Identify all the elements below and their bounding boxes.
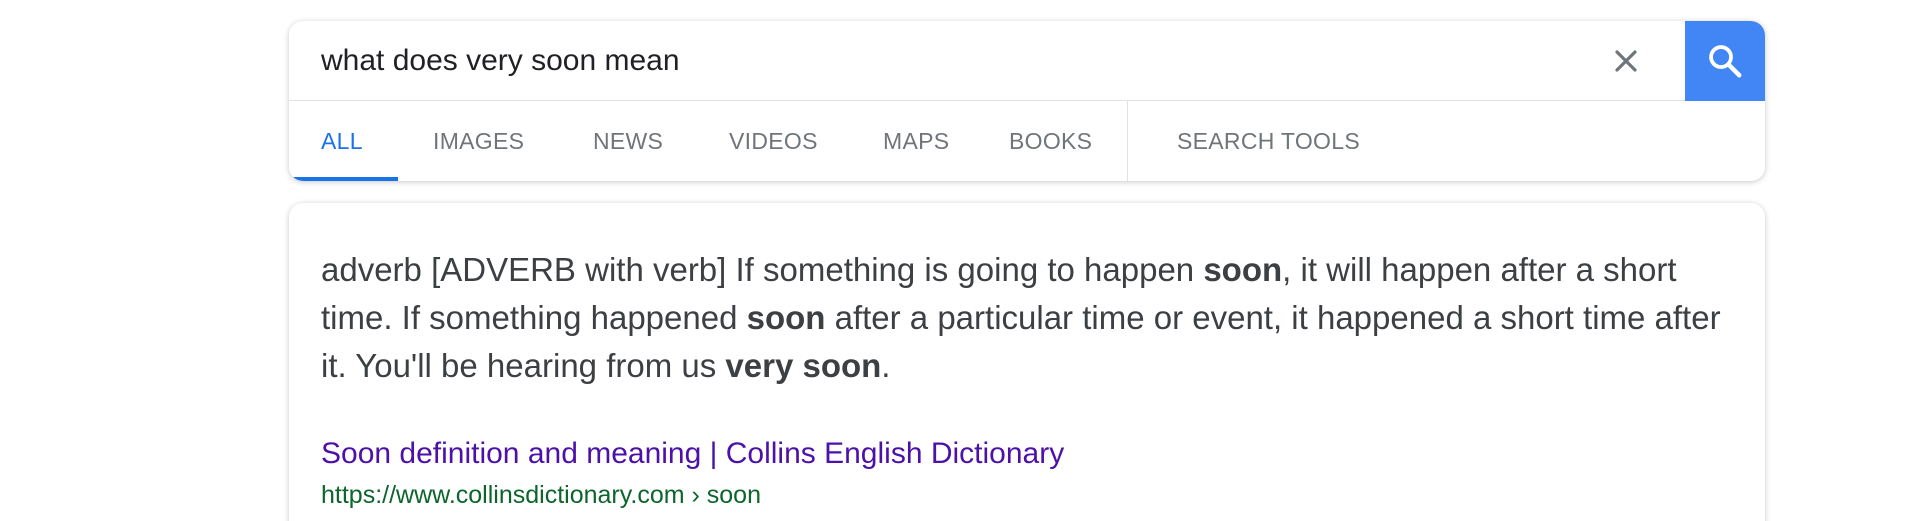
snippet-highlight: very soon [725, 347, 882, 384]
snippet-highlight: soon [746, 299, 826, 336]
tab-label: MAPS [883, 128, 950, 154]
tab-label: ALL [321, 128, 363, 154]
snippet-text: adverb [ADVERB with verb] If something i… [321, 251, 1204, 288]
clear-search-button[interactable] [1605, 40, 1647, 82]
definition-snippet: adverb [ADVERB with verb] If something i… [321, 246, 1731, 390]
result-url: https://www.collinsdictionary.com › soon [321, 481, 761, 509]
search-bar [289, 21, 1765, 101]
snippet-text: . [881, 347, 891, 384]
tab-label: IMAGES [433, 128, 525, 154]
tab-label: NEWS [593, 128, 664, 154]
search-card: ALL IMAGES NEWS VIDEOS MAPS BOOKS SEARCH… [289, 21, 1765, 181]
tab-books[interactable]: BOOKS [1009, 101, 1092, 181]
tab-divider [1127, 101, 1128, 181]
snippet-highlight: soon [1203, 251, 1283, 288]
tab-search-tools[interactable]: SEARCH TOOLS [1177, 101, 1360, 181]
search-icon [1709, 45, 1742, 78]
tab-label: BOOKS [1009, 128, 1093, 154]
tab-maps[interactable]: MAPS [883, 101, 949, 181]
close-icon [1615, 50, 1637, 72]
result-title-link[interactable]: Soon definition and meaning | Collins En… [321, 435, 1064, 473]
search-tabs: ALL IMAGES NEWS VIDEOS MAPS BOOKS SEARCH… [289, 101, 1765, 181]
tab-images[interactable]: IMAGES [433, 101, 524, 181]
search-results-page: ALL IMAGES NEWS VIDEOS MAPS BOOKS SEARCH… [0, 0, 1931, 521]
active-tab-indicator [289, 177, 398, 181]
search-input[interactable] [321, 21, 1561, 100]
search-button[interactable] [1685, 21, 1765, 101]
tab-label: SEARCH TOOLS [1177, 128, 1360, 154]
tab-label: VIDEOS [729, 128, 818, 154]
tab-videos[interactable]: VIDEOS [729, 101, 818, 181]
featured-snippet-card: adverb [ADVERB with verb] If something i… [289, 203, 1765, 521]
tab-news[interactable]: NEWS [593, 101, 663, 181]
tab-all[interactable]: ALL [321, 101, 363, 181]
